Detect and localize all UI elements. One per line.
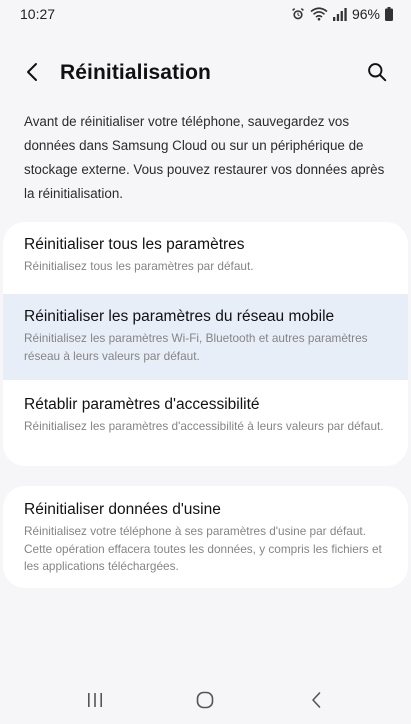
item-title: Réinitialiser tous les paramètres — [24, 236, 245, 253]
reset-network-settings-item[interactable]: Réinitialiser les paramètres du réseau m… — [3, 294, 408, 380]
status-bar: 10:27 96% — [0, 0, 411, 28]
app-header: Réinitialisation — [0, 52, 411, 96]
back-button[interactable] — [18, 60, 46, 88]
recent-apps-icon — [86, 692, 104, 713]
item-description: Réinitialisez les paramètres Wi-Fi, Blue… — [24, 331, 368, 363]
factory-reset-card: Réinitialiser données d'usine Réinitiali… — [3, 486, 408, 588]
wifi-icon — [310, 7, 328, 21]
home-button[interactable] — [183, 684, 227, 720]
search-icon — [367, 62, 387, 87]
battery-icon — [385, 7, 393, 21]
system-back-button[interactable] — [294, 684, 338, 720]
status-icons: 96% — [291, 6, 393, 22]
item-title: Réinitialiser les paramètres du réseau m… — [24, 308, 335, 325]
back-icon — [310, 691, 322, 714]
item-title: Réinitialiser données d'usine — [24, 501, 221, 518]
reset-all-settings-item[interactable]: Réinitialiser tous les paramètres Réinit… — [3, 236, 408, 276]
reset-accessibility-settings-item[interactable]: Rétablir paramètres d'accessibilité Réin… — [3, 396, 408, 436]
item-description: Réinitialisez votre téléphone à ses para… — [24, 524, 382, 573]
battery-percent: 96% — [351, 6, 380, 22]
intro-text: Avant de réinitialiser votre téléphone, … — [24, 114, 385, 201]
alarm-icon — [291, 7, 305, 21]
page-title: Réinitialisation — [60, 61, 211, 84]
recent-apps-button[interactable] — [73, 684, 117, 720]
item-title: Rétablir paramètres d'accessibilité — [24, 396, 260, 413]
item-description: Réinitialisez tous les paramètres par dé… — [24, 259, 254, 273]
factory-reset-item[interactable]: Réinitialiser données d'usine Réinitiali… — [3, 501, 408, 576]
navigation-bar — [0, 680, 411, 724]
status-time: 10:27 — [20, 6, 56, 22]
item-description: Réinitialisez les paramètres d'accessibi… — [24, 419, 384, 433]
search-button[interactable] — [363, 60, 391, 88]
home-icon — [195, 690, 215, 715]
reset-options-card: Réinitialiser tous les paramètres Réinit… — [3, 222, 408, 466]
signal-icon — [332, 7, 347, 21]
back-arrow-icon — [25, 62, 39, 87]
